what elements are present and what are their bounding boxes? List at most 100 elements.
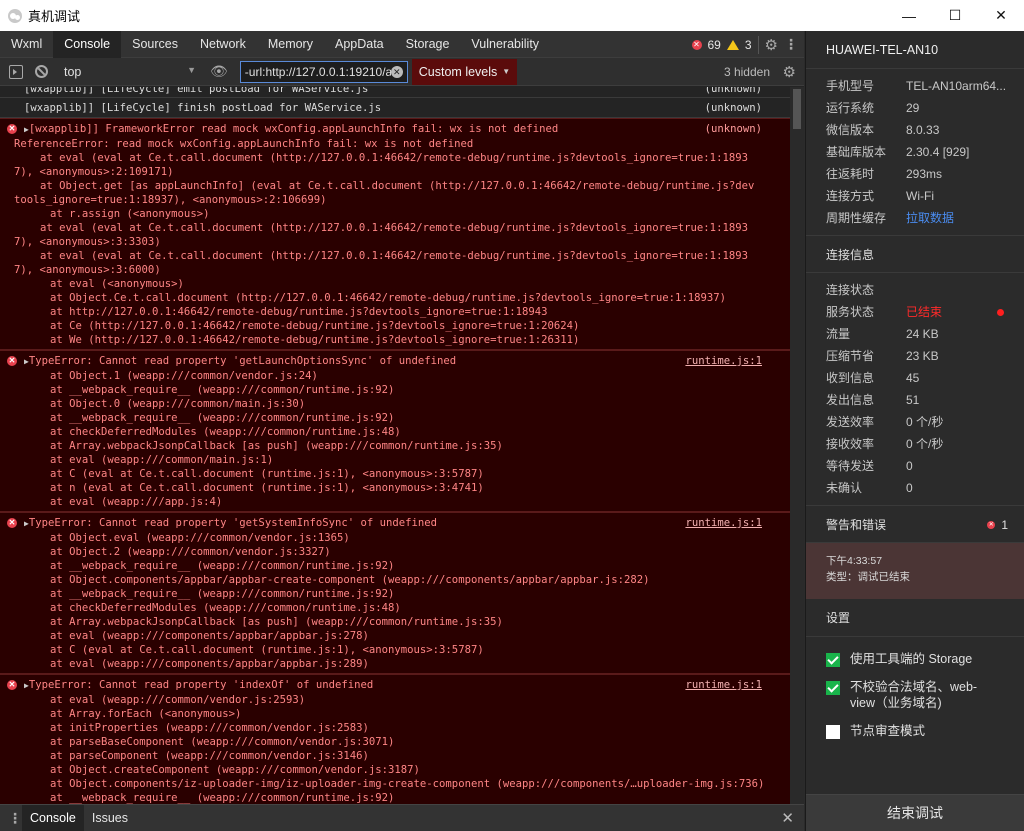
tab-network[interactable]: Network (189, 31, 257, 58)
stack-frame[interactable]: at checkDeferredModules (weapp:///common… (24, 425, 790, 439)
stack-frame[interactable]: at eval (weapp:///app.js:4) (24, 495, 790, 509)
error-message[interactable]: ✕ ▶TypeError: Cannot read property 'index… (0, 674, 790, 804)
end-debug-button[interactable]: 结束调试 (806, 794, 1024, 831)
close-drawer-icon[interactable]: ✕ (781, 809, 794, 827)
alert-time: 下午4:33:57 (826, 555, 883, 567)
tab-appdata[interactable]: AppData (324, 31, 395, 58)
stack-frame[interactable]: at eval (weapp:///components/appbar/appb… (24, 657, 790, 671)
stack-frame[interactable]: at C (eval at Ce.t.call.document (runtim… (24, 643, 790, 657)
stack-frame[interactable]: at Object.2 (weapp:///common/vendor.js:3… (24, 545, 790, 559)
stack-frame[interactable]: at C (eval at Ce.t.call.document (runtim… (24, 467, 790, 481)
stack-frame[interactable]: at We (http://127.0.0.1:46642/remote-deb… (24, 333, 790, 347)
stack-frame[interactable]: at Object.get [as appLaunchInfo] (eval a… (14, 179, 759, 207)
stack-frame[interactable]: at n (eval at Ce.t.call.document (runtim… (24, 481, 790, 495)
warning-count[interactable]: 3 (745, 38, 752, 52)
tab-console[interactable]: Console (53, 30, 122, 58)
devtools-pane: Wxml Console Sources Network Memory AppD… (0, 30, 804, 831)
alerts-header[interactable]: 警告和错误 ✕ 1 (806, 505, 1024, 543)
error-subtitle: ReferenceError: read mock wxConfig.appLa… (14, 138, 474, 150)
setting-skip-domain-check[interactable]: 不校验合法域名、web-view（业务域名) (806, 679, 1024, 711)
tab-memory[interactable]: Memory (257, 31, 324, 58)
minimize-button[interactable]: — (886, 0, 932, 31)
stack-frame[interactable]: at Object.Ce.t.call.document (http://127… (24, 291, 790, 305)
live-expression-eye-icon[interactable]: 👁 (210, 63, 228, 80)
clear-console-icon[interactable] (35, 65, 48, 78)
alert-type: 类型：调试已结束 (826, 571, 910, 583)
filter-field[interactable]: ✕ (239, 60, 408, 83)
tab-vulnerability[interactable]: Vulnerability (460, 31, 550, 58)
scrollbar-thumb[interactable] (793, 89, 801, 129)
drawer-tab-issues[interactable]: Issues (84, 805, 136, 831)
checkbox-checked[interactable] (826, 653, 840, 667)
console-scrollbar[interactable] (790, 87, 804, 804)
stack-frame[interactable]: at Object.createComponent (weapp:///comm… (24, 763, 790, 777)
stack-frame[interactable]: at Object.0 (weapp:///common/main.js:30) (24, 397, 790, 411)
checkbox-unchecked[interactable] (826, 725, 840, 739)
error-source-link[interactable]: runtime.js:1 (685, 678, 762, 692)
stack-frame[interactable]: at initProperties (weapp:///common/vendo… (24, 721, 790, 735)
stack-frame[interactable]: at __webpack_require__ (weapp:///common/… (24, 559, 790, 573)
stack-frame[interactable]: at Ce (http://127.0.0.1:46642/remote-deb… (24, 319, 790, 333)
error-message[interactable]: ✕ ▶TypeError: Cannot read property 'getSy… (0, 512, 790, 674)
settings-gear-icon[interactable]: ⚙ (765, 36, 778, 54)
error-count[interactable]: 69 (708, 38, 721, 52)
stack-frame[interactable]: at parseBaseComponent (weapp:///common/v… (24, 735, 790, 749)
stack-frame[interactable]: at eval (weapp:///common/main.js:1) (24, 453, 790, 467)
stack-frame[interactable]: at checkDeferredModules (weapp:///common… (24, 601, 790, 615)
filter-input[interactable] (244, 64, 391, 79)
stack-frame-text: at eval (eval at Ce.t.call.document (htt… (14, 250, 748, 276)
setting-node-inspect-mode[interactable]: 节点审查模式 (806, 723, 1024, 739)
fetch-data-link[interactable]: 拉取数据 (906, 207, 954, 229)
stack-frame[interactable]: at eval (eval at Ce.t.call.document (htt… (14, 249, 759, 277)
stack-frame[interactable]: at __webpack_require__ (weapp:///common/… (24, 791, 790, 804)
info-row-send-rate: 发送效率 0 个/秒 (826, 415, 944, 429)
drawer-tab-console[interactable]: Console (22, 804, 84, 831)
error-icon: ✕ (7, 356, 17, 366)
tab-sources[interactable]: Sources (121, 31, 189, 58)
close-window-button[interactable]: ✕ (978, 0, 1024, 31)
console-settings-gear-icon[interactable]: ⚙ (783, 63, 796, 81)
stack-frame[interactable]: at r.assign (<anonymous>) (24, 207, 790, 221)
stack-frame[interactable]: at eval (eval at Ce.t.call.document (htt… (14, 221, 759, 249)
error-message[interactable]: ✕ ▶TypeError: Cannot read property 'getLa… (0, 350, 790, 512)
error-message[interactable]: ✕ ▶[wxapplib]] FrameworkError read mock w… (0, 118, 790, 350)
error-source-link[interactable]: runtime.js:1 (685, 516, 762, 530)
stack-frame[interactable]: at __webpack_require__ (weapp:///common/… (24, 383, 790, 397)
stack-frame[interactable]: at eval (weapp:///components/appbar/appb… (24, 629, 790, 643)
more-options-icon[interactable]: ⋮ (784, 36, 798, 53)
device-info-list: 手机型号 TEL-AN10arm64... 运行系统 29 微信版本 8.0.33 基… (806, 69, 1024, 235)
stack-frame[interactable]: at Object.components/appbar/appbar-creat… (24, 573, 790, 587)
stack-frame[interactable]: at Array.forEach (<anonymous>) (24, 707, 790, 721)
settings-list: 使用工具端的 Storage 不校验合法域名、web-view（业务域名) 节点… (806, 637, 1024, 739)
tab-wxml[interactable]: Wxml (0, 31, 53, 58)
error-source-link[interactable]: runtime.js:1 (685, 354, 762, 368)
stack-frame[interactable]: at eval (eval at Ce.t.call.document (htt… (14, 151, 759, 179)
stack-frame[interactable]: at eval (<anonymous>) (24, 277, 790, 291)
drawer-menu-icon[interactable]: ⋮ (8, 810, 22, 827)
stack-frame[interactable]: at Object.components/iz-uploader-img/iz-… (24, 777, 790, 791)
info-row-periodic-cache: 周期性缓存 拉取数据 (806, 207, 1024, 229)
wechat-devtools-logo-icon (8, 8, 22, 23)
console-output[interactable]: [wxapplib]] [LifeCycle] emit postLoad fo… (0, 87, 804, 804)
stack-frame[interactable]: at __webpack_require__ (weapp:///common/… (24, 587, 790, 601)
hidden-messages-count[interactable]: 3 hidden (724, 65, 770, 79)
maximize-button[interactable]: ☐ (932, 0, 978, 31)
context-select[interactable]: top ▼ (64, 65, 196, 79)
checkbox-checked[interactable] (826, 681, 840, 695)
alert-item[interactable]: 下午4:33:57 类型：调试已结束 (806, 543, 1024, 599)
stack-frame[interactable]: at Array.webpackJsonpCallback [as push] … (24, 439, 790, 453)
tab-storage[interactable]: Storage (395, 31, 461, 58)
alerts-count: 1 (1001, 518, 1008, 532)
stack-frame[interactable]: at parseComponent (weapp:///common/vendo… (24, 749, 790, 763)
stack-frame[interactable]: at http://127.0.0.1:46642/remote-debug/r… (24, 305, 790, 319)
clear-filter-icon[interactable]: ✕ (390, 65, 403, 78)
stack-frame[interactable]: at __webpack_require__ (weapp:///common/… (24, 411, 790, 425)
info-row-rtt: 往返耗时 293ms (826, 167, 943, 181)
log-levels-dropdown[interactable]: Custom levels ▼ (411, 58, 518, 85)
stack-frame[interactable]: at eval (weapp:///common/vendor.js:2593) (24, 693, 790, 707)
stack-frame[interactable]: at Array.webpackJsonpCallback [as push] … (24, 615, 790, 629)
stack-frame[interactable]: at Object.eval (weapp:///common/vendor.j… (24, 531, 790, 545)
setting-use-local-storage[interactable]: 使用工具端的 Storage (806, 651, 1024, 667)
sidebar-toggle-icon[interactable] (9, 64, 23, 79)
stack-frame[interactable]: at Object.1 (weapp:///common/vendor.js:2… (24, 369, 790, 383)
